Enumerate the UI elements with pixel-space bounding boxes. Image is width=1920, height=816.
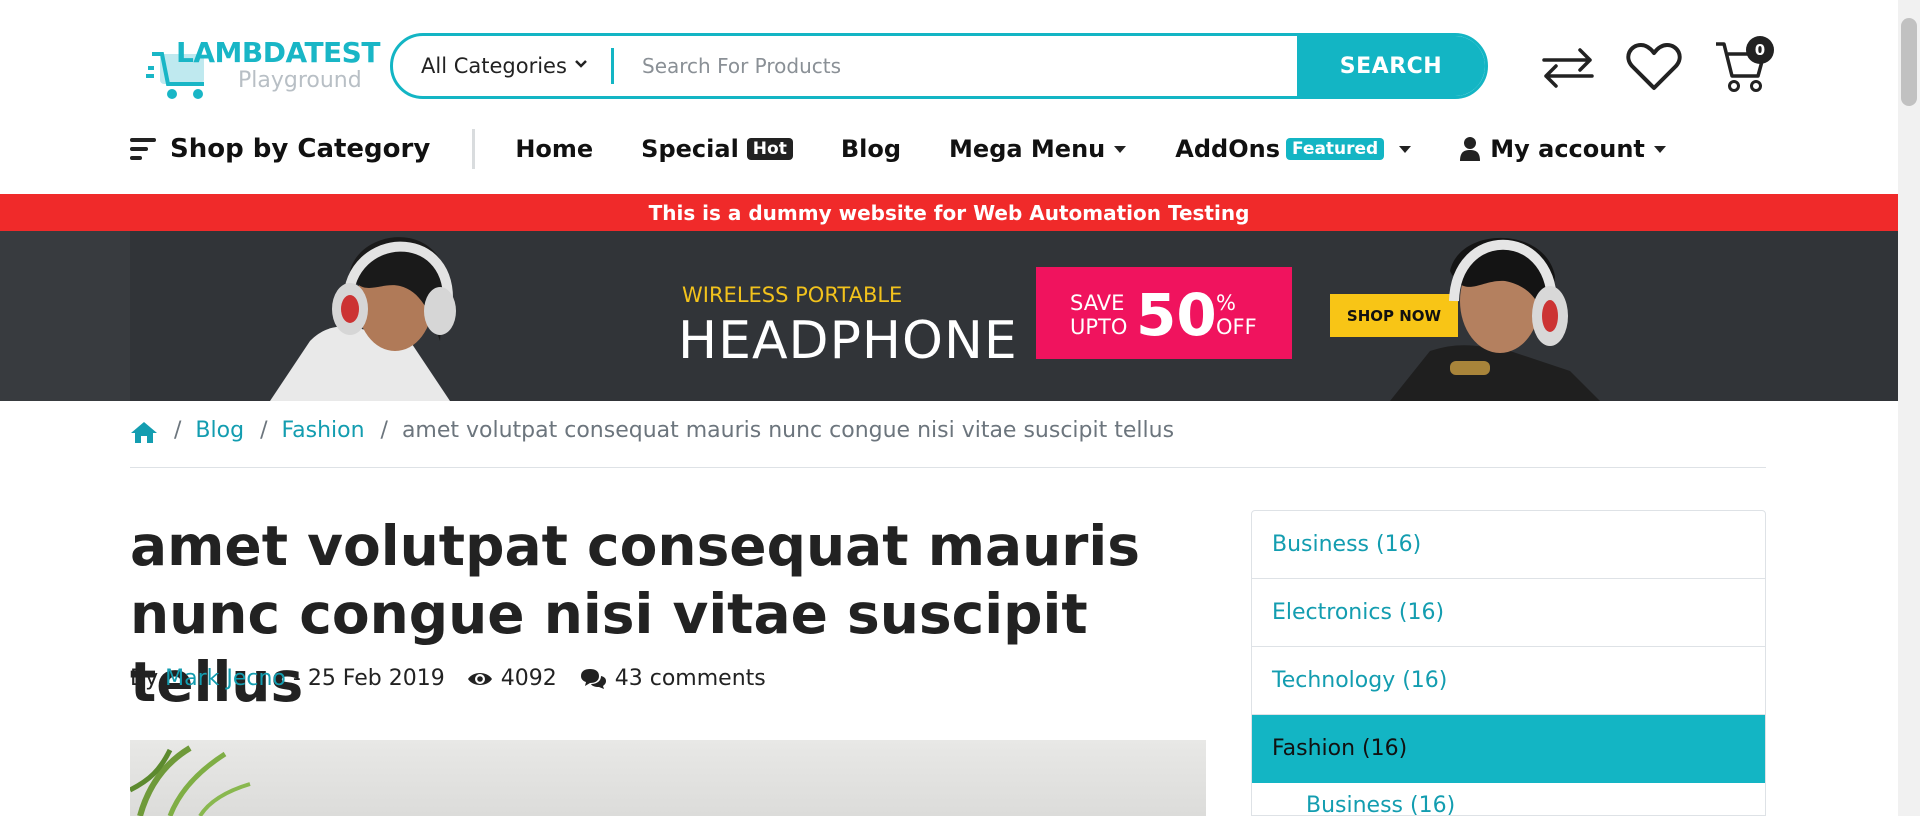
sale-off-label: OFF	[1216, 315, 1257, 339]
nav-item-label: Home	[515, 135, 594, 163]
sale-box: SAVE UPTO 50 % OFF	[1036, 267, 1292, 359]
author-link[interactable]: Mark Jecno	[165, 666, 286, 691]
nav-item-mega-menu[interactable]: Mega Menu	[949, 135, 1127, 163]
nav-divider	[472, 129, 476, 169]
nav-item-label: Special	[641, 135, 739, 163]
breadcrumb: / Blog / Fashion / amet volutpat consequ…	[130, 418, 1766, 468]
cart-count-badge: 0	[1746, 36, 1774, 64]
home-icon[interactable]	[130, 420, 158, 444]
banner-person-left-image	[270, 237, 456, 401]
caret-down-icon	[1114, 146, 1127, 153]
heart-icon[interactable]	[1626, 42, 1682, 92]
shop-by-category-label: Shop by Category	[170, 134, 431, 164]
site-header: LAMBDATEST Playground All Categories SEA…	[0, 0, 1898, 194]
nav-item-blog[interactable]: Blog	[841, 135, 901, 163]
search-input[interactable]	[614, 36, 1297, 96]
sidebar-subcategory-business[interactable]: Business (16)	[1252, 783, 1765, 815]
nav-item-addons[interactable]: AddOns Featured	[1175, 135, 1412, 163]
search-button[interactable]: SEARCH	[1297, 36, 1485, 96]
banner-inner: WIRELESS PORTABLE HEADPHONE SAVE UPTO 50…	[130, 231, 1898, 401]
category-select-value: All Categories	[421, 54, 567, 78]
caret-down-icon	[1399, 146, 1412, 153]
breadcrumb-link-fashion[interactable]: Fashion	[281, 418, 364, 443]
sale-save-text: SAVE UPTO	[1070, 291, 1127, 339]
article-meta: By Mark Jecno - 25 Feb 2019 4092 43 comm…	[130, 666, 766, 691]
notice-strip: This is a dummy website for Web Automati…	[0, 194, 1898, 231]
plant-graphic	[130, 745, 251, 816]
category-sidebar: Business (16) Electronics (16) Technolog…	[1251, 510, 1766, 816]
logo-brand: LAMBDATEST	[176, 36, 380, 69]
article-hero-image	[130, 740, 1206, 816]
breadcrumb-separator: /	[380, 418, 388, 443]
breadcrumb-separator: /	[174, 418, 182, 443]
sidebar-category-technology[interactable]: Technology (16)	[1252, 647, 1765, 715]
sale-percent-sign: %	[1216, 291, 1236, 315]
hot-badge: Hot	[746, 138, 793, 160]
breadcrumb-separator: /	[260, 418, 268, 443]
shop-by-category-button[interactable]: Shop by Category	[130, 134, 430, 164]
sidebar-category-business[interactable]: Business (16)	[1252, 511, 1765, 579]
nav-item-my-account[interactable]: My account	[1460, 135, 1667, 163]
sale-percent-value: 50	[1136, 281, 1217, 349]
comments-icon	[580, 668, 606, 689]
site-logo[interactable]: LAMBDATEST Playground	[146, 34, 380, 104]
nav-item-label: Mega Menu	[949, 135, 1106, 163]
nav-item-label: AddOns	[1175, 135, 1280, 163]
scrollbar-thumb[interactable]	[1901, 18, 1917, 106]
user-icon	[1460, 137, 1481, 161]
eye-icon	[467, 672, 492, 685]
main-nav: Shop by Category Home Special Hot Blog M…	[130, 126, 1715, 172]
nav-item-label: Blog	[840, 135, 902, 163]
page-scrollbar[interactable]	[1898, 0, 1920, 816]
featured-badge: Featured	[1285, 138, 1385, 160]
menu-icon	[130, 138, 156, 160]
logo-subtitle: Playground	[238, 68, 362, 93]
search-bar: All Categories SEARCH	[390, 33, 1488, 99]
banner-heading: HEADPHONE	[678, 311, 1018, 371]
article-date: - 25 Feb 2019	[292, 666, 445, 691]
banner-subheading: WIRELESS PORTABLE	[682, 283, 903, 307]
view-count: 4092	[500, 666, 557, 691]
meta-by-label: By	[130, 666, 159, 691]
sale-upto-label: UPTO	[1070, 315, 1128, 339]
breadcrumb-link-blog[interactable]: Blog	[195, 418, 244, 443]
banner-person-right-image	[1390, 237, 1600, 401]
sidebar-category-fashion[interactable]: Fashion (16)	[1252, 715, 1765, 783]
caret-down-icon	[1653, 146, 1666, 153]
compare-icon[interactable]	[1540, 46, 1596, 90]
nav-item-label: My account	[1490, 135, 1645, 163]
promo-banner[interactable]: WIRELESS PORTABLE HEADPHONE SAVE UPTO 50…	[0, 231, 1898, 401]
comment-count: 43 comments	[614, 666, 766, 691]
nav-item-home[interactable]: Home	[515, 135, 593, 163]
sale-save-label: SAVE	[1070, 291, 1125, 315]
sale-off-text: % OFF	[1216, 291, 1257, 339]
breadcrumb-current: amet volutpat consequat mauris nunc cong…	[401, 418, 1175, 443]
sidebar-category-electronics[interactable]: Electronics (16)	[1252, 579, 1765, 647]
nav-item-special[interactable]: Special Hot	[641, 135, 793, 163]
category-select[interactable]: All Categories	[393, 36, 611, 96]
chevron-down-icon	[575, 60, 587, 68]
